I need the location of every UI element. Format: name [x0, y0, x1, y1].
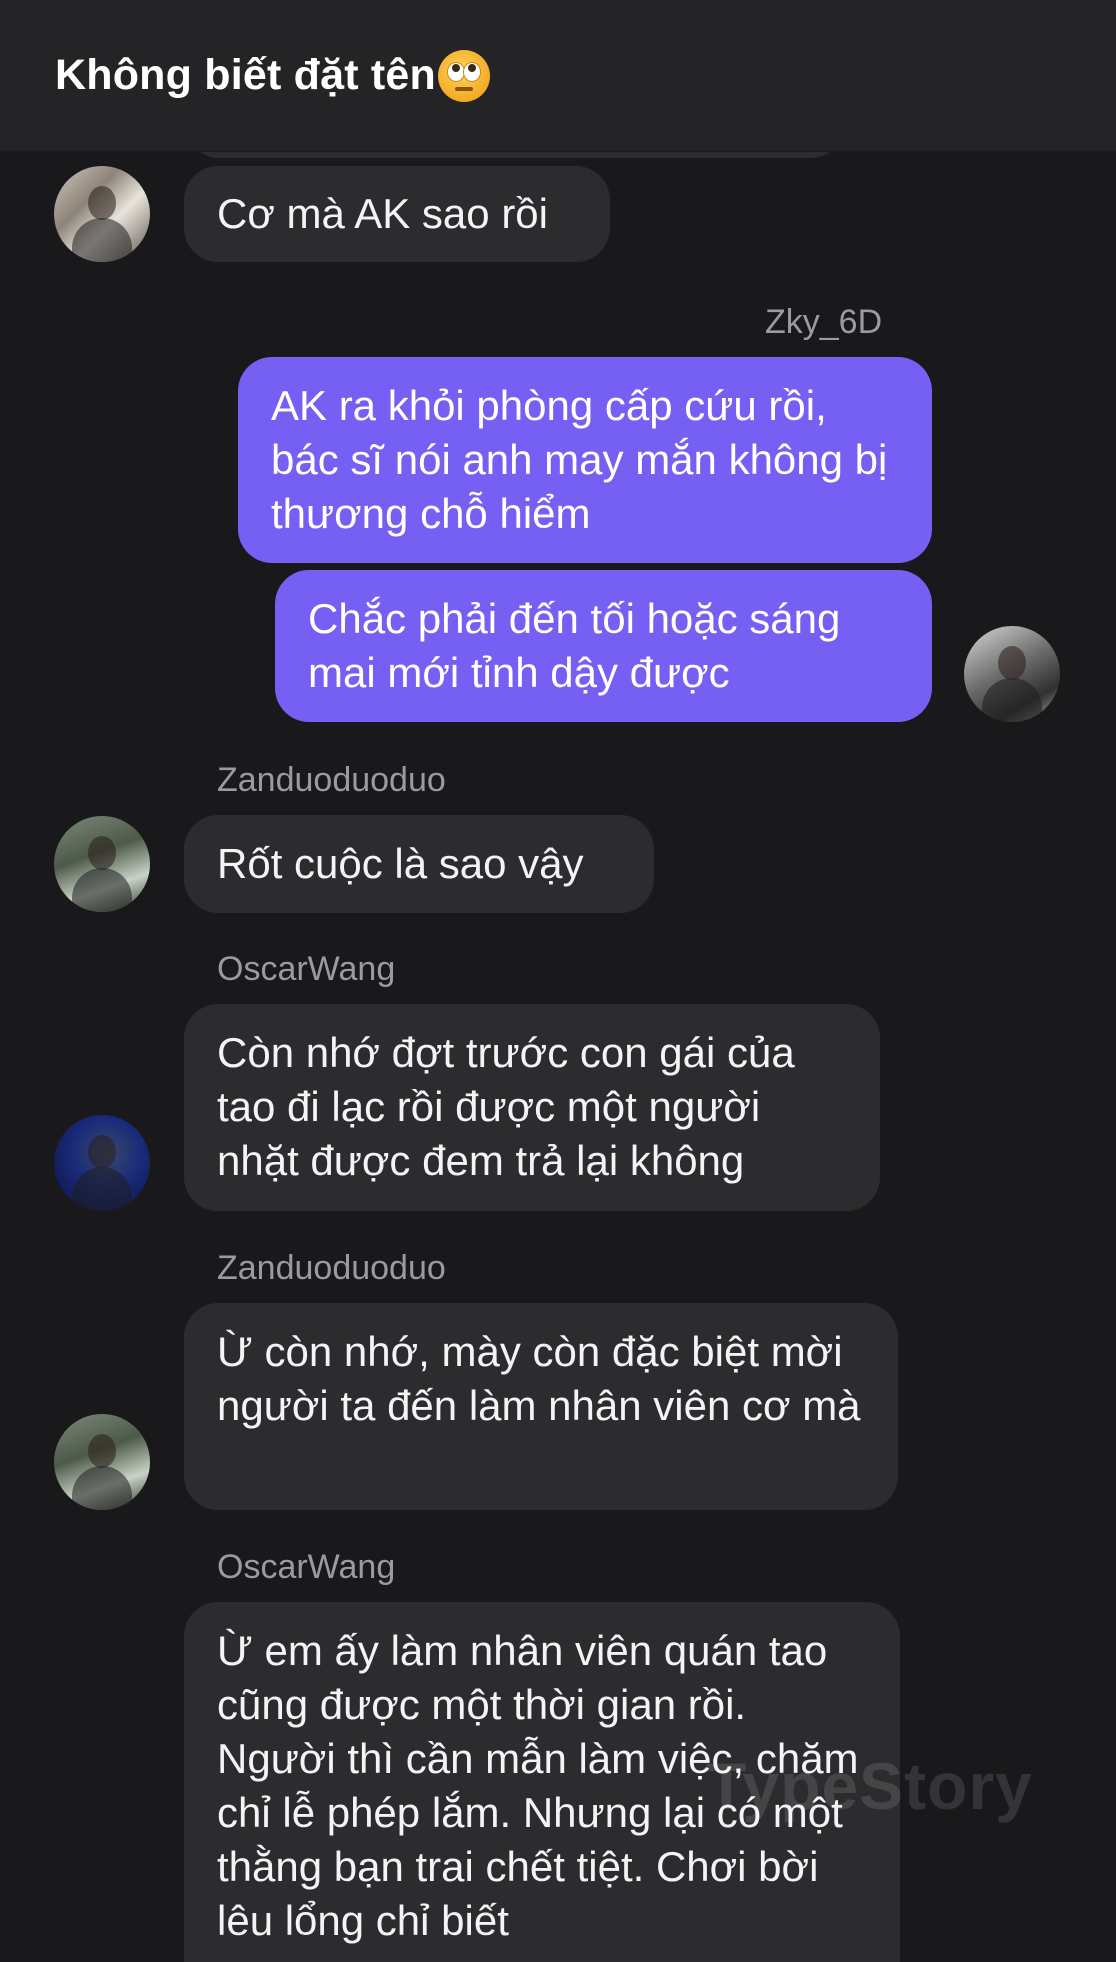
message-text: Rốt cuộc là sao vậy	[217, 840, 584, 887]
avatar[interactable]	[54, 1414, 150, 1510]
message-bubble[interactable]: Rốt cuộc là sao vậy	[184, 815, 654, 913]
watermark: TypeStory	[706, 1749, 1033, 1823]
message-bubble[interactable]: Cơ mà AK sao rồi	[184, 166, 610, 262]
message-text: AK ra khỏi phòng cấp cứu rồi, bác sĩ nói…	[271, 382, 888, 537]
chat-header: Không biết đặt tên	[0, 0, 1116, 152]
sender-name: Zanduoduoduo	[217, 761, 446, 799]
chat-title[interactable]: Không biết đặt tên	[55, 49, 491, 102]
avatar[interactable]	[964, 626, 1060, 722]
sender-name: OscarWang	[217, 1548, 396, 1586]
avatar[interactable]	[54, 166, 150, 262]
message-bubble[interactable]: AK ra khỏi phòng cấp cứu rồi, bác sĩ nói…	[238, 357, 932, 563]
sender-name: OscarWang	[217, 950, 396, 988]
sender-name: Zky_6D	[765, 303, 883, 341]
message-bubble[interactable]: Ừ còn nhớ, mày còn đặc biệt mời người ta…	[184, 1303, 898, 1510]
face-with-rolling-eyes-icon	[438, 49, 491, 102]
chat-title-text: Không biết đặt tên	[55, 51, 437, 99]
message-bubble[interactable]: Chắc phải đến tối hoặc sáng mai mới tỉnh…	[275, 570, 932, 722]
message-text: Còn nhớ đợt trước con gái của tao đi lạc…	[217, 1029, 795, 1184]
message-bubble[interactable]: Còn nhớ đợt trước con gái của tao đi lạc…	[184, 1004, 880, 1211]
message-text: Cơ mà AK sao rồi	[217, 190, 548, 237]
message-text: Chắc phải đến tối hoặc sáng mai mới tỉnh…	[308, 595, 841, 696]
message-text: Ừ còn nhớ, mày còn đặc biệt mời người ta…	[217, 1328, 861, 1429]
sender-name: Zanduoduoduo	[217, 1249, 446, 1287]
avatar[interactable]	[54, 1115, 150, 1211]
avatar[interactable]	[54, 816, 150, 912]
